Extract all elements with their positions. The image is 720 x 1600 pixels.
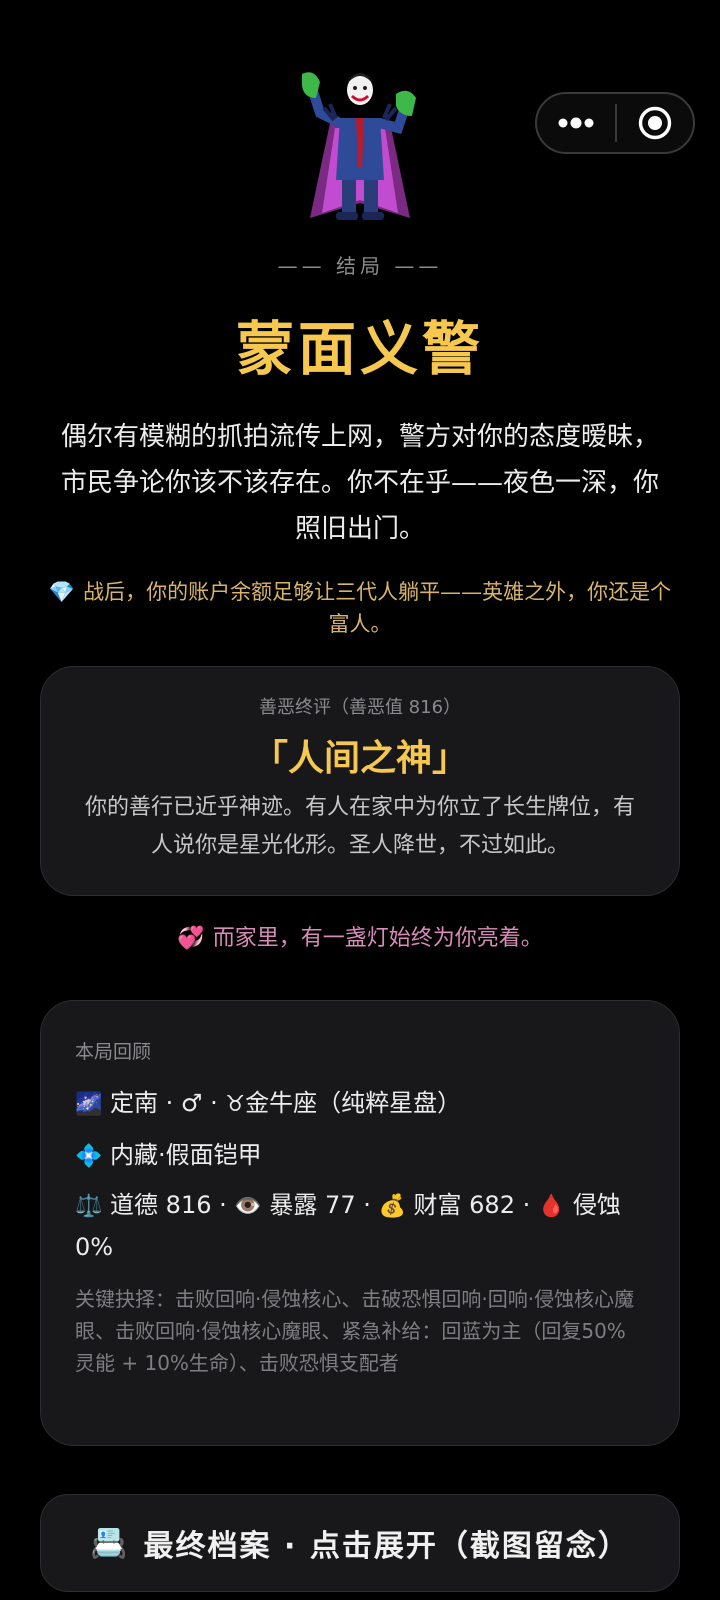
final-archive-button[interactable]: 📇 最终档案 · 点击展开（截图留念）	[40, 1494, 680, 1592]
key-choices: 关键抉择：击败回响·侵蚀核心、击破恐惧回响·回响·侵蚀核心魔眼、击败回响·侵蚀核…	[75, 1287, 635, 1375]
review-origin-line: 🌌 定南 · ♂ · ♉金牛座（纯粹星盘）	[75, 1083, 645, 1125]
verdict-card: 善恶终评（善恶值 816） 「人间之神」 你的善行已近乎神迹。有人在家中为你立了…	[40, 666, 680, 896]
home-note: 💞 而家里，有一盏灯始终为你亮着。	[0, 920, 720, 952]
taurus-icon: ♉	[225, 1092, 246, 1117]
diamond-flower-icon: 💠	[75, 1144, 103, 1169]
zodiac-text: 金牛座（纯粹星盘）	[245, 1089, 462, 1117]
more-dots-icon	[558, 117, 594, 129]
ending-label: —— 结局 ——	[277, 254, 443, 278]
ending-title: 蒙面义警	[235, 315, 484, 383]
stat-separator: ·	[514, 1191, 538, 1219]
review-card: 本局回顾 🌌 定南 · ♂ · ♉金牛座（纯粹星盘） 💠 内藏·假面铠甲 ⚖️ …	[40, 1000, 680, 1446]
hearts-icon: 💞	[177, 926, 205, 951]
verdict-body: 你的善行已近乎神迹。有人在家中为你立了长生牌位，有人说你是星光化形。圣人降世，不…	[84, 795, 635, 858]
home-text: 而家里，有一盏灯始终为你亮着。	[212, 926, 543, 951]
morality-stat: 道德 816	[110, 1191, 212, 1219]
origin-text: 定南 · ♂ ·	[110, 1089, 226, 1117]
money-bag-icon: 💰	[378, 1194, 406, 1219]
verdict-header: 善恶终评（善恶值 816）	[258, 697, 462, 718]
ending-story: 偶尔有模糊的抓拍流传上网，警方对你的态度暧昧，市民争论你该不该存在。你不在乎——…	[60, 422, 659, 544]
review-stats-line: ⚖️ 道德 816 · 👁️ 暴露 77 · 💰 财富 682 · 🩸 侵蚀 0…	[75, 1185, 645, 1267]
stat-separator: ·	[355, 1191, 379, 1219]
card-index-icon: 📇	[90, 1525, 130, 1561]
armor-text: 内藏·假面铠甲	[110, 1141, 262, 1169]
wealth-stat: 财富 682	[413, 1191, 515, 1219]
gem-icon: 💎	[48, 580, 76, 604]
more-button[interactable]	[537, 94, 615, 152]
archive-label: 最终档案 · 点击展开（截图留念）	[143, 1529, 630, 1564]
close-miniprogram-button[interactable]	[617, 94, 693, 152]
review-title: 本局回顾	[75, 1041, 152, 1063]
joker-villain-icon	[290, 68, 430, 228]
blood-drop-icon: 🩸	[537, 1194, 566, 1219]
eye-icon: 👁️	[234, 1194, 262, 1219]
scales-icon: ⚖️	[75, 1194, 103, 1219]
galaxy-icon: 🌌	[75, 1092, 103, 1117]
target-icon	[638, 106, 672, 140]
wealth-text: 战后，你的账户余额足够让三代人躺平——英雄之外，你还是个富人。	[83, 580, 672, 636]
stat-separator: ·	[211, 1191, 235, 1219]
verdict-title: 「人间之神」	[251, 738, 468, 779]
miniprogram-capsule	[535, 92, 695, 154]
wealth-note: 💎 战后，你的账户余额足够让三代人躺平——英雄之外，你还是个富人。	[42, 576, 678, 640]
review-armor-line: 💠 内藏·假面铠甲	[75, 1135, 645, 1177]
exposure-stat: 暴露 77	[269, 1191, 356, 1219]
